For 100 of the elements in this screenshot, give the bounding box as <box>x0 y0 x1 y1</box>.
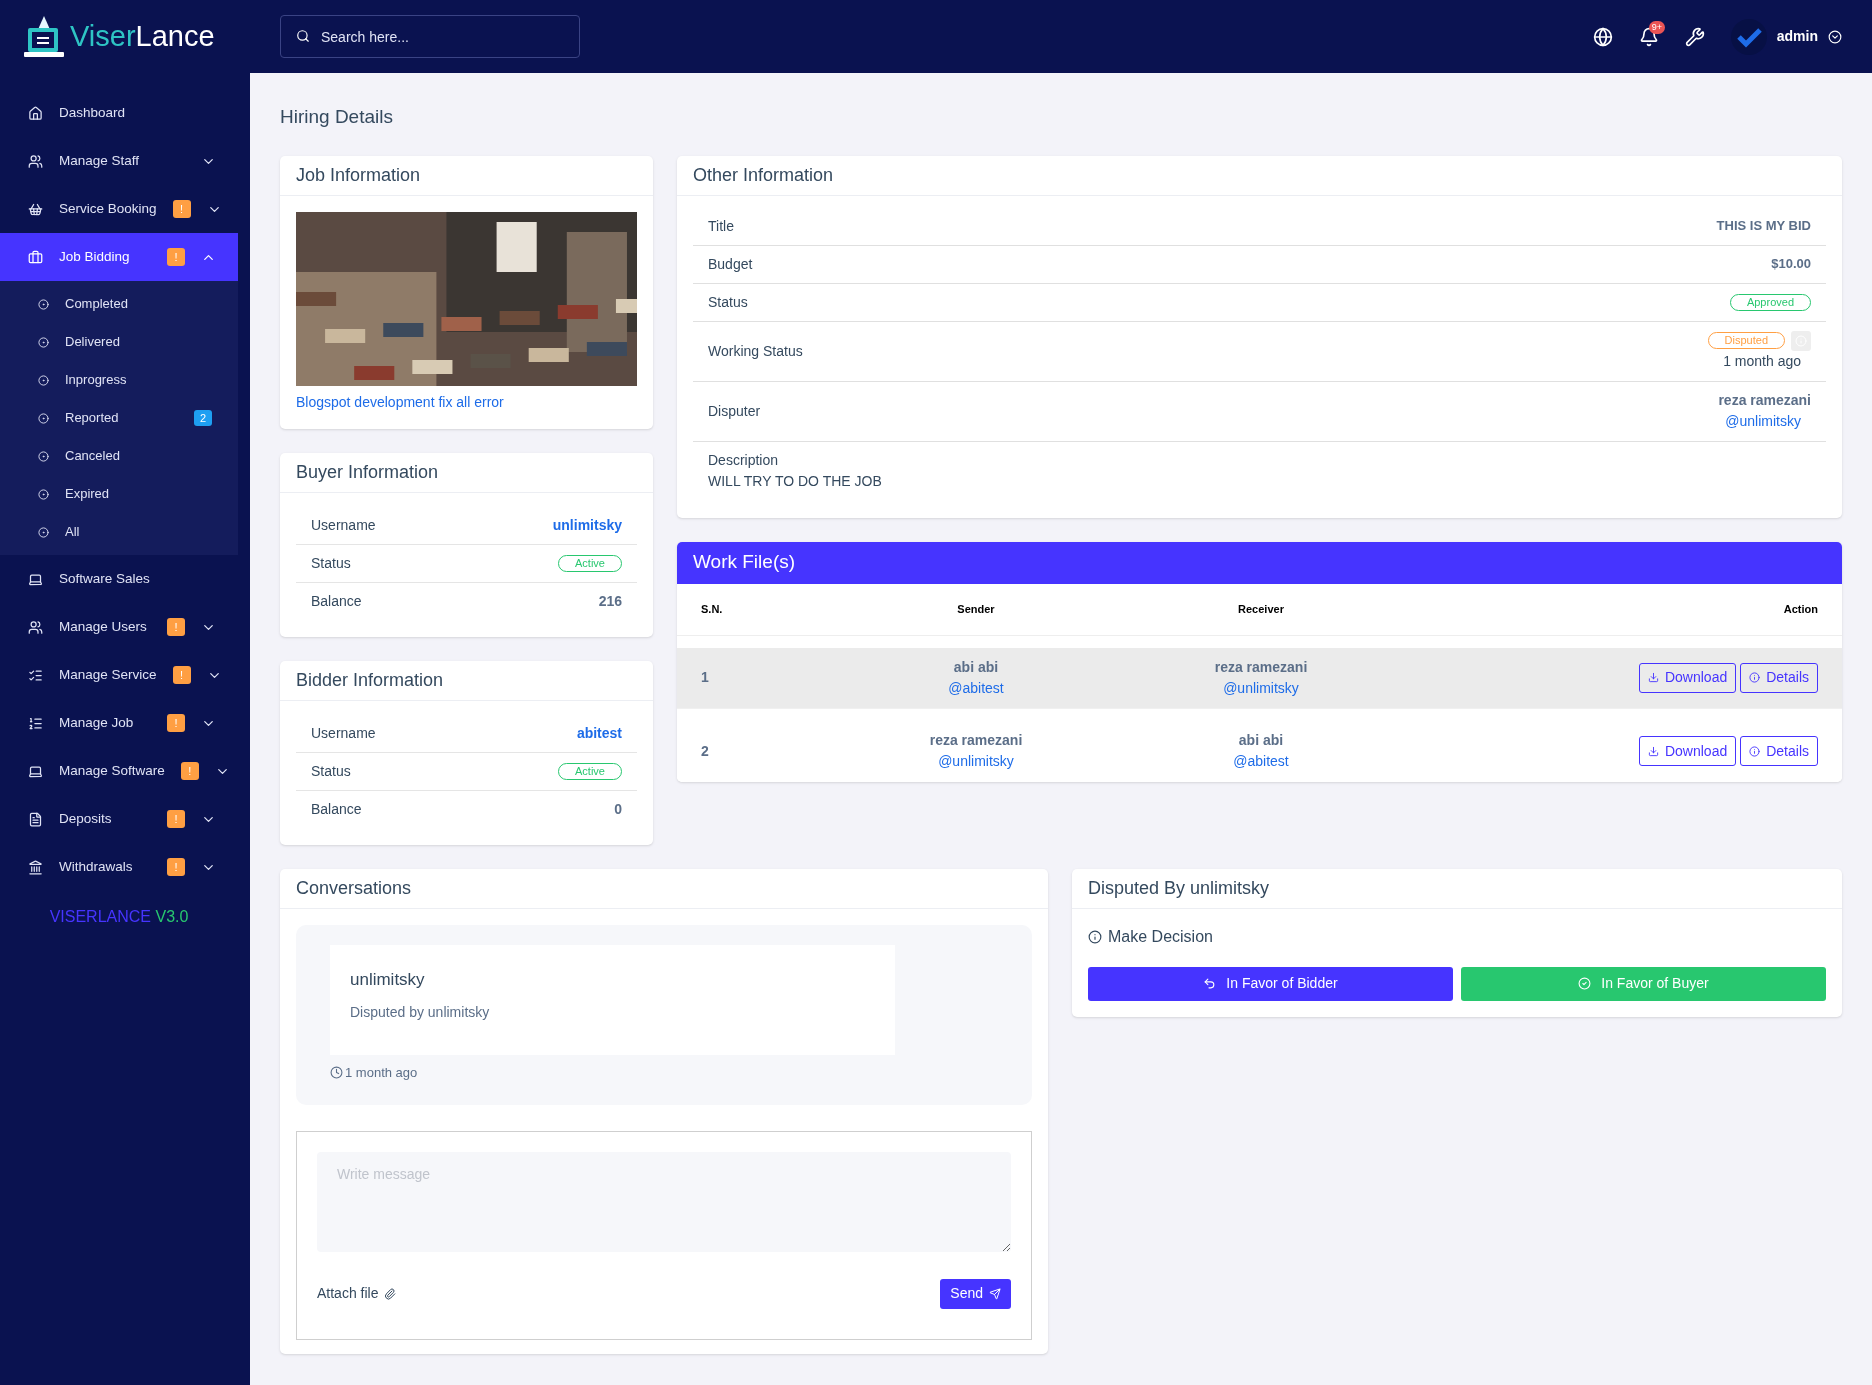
people-icon <box>28 619 43 635</box>
dot-circle-icon <box>38 526 49 538</box>
reply-arrow-icon <box>1203 977 1217 990</box>
alert-badge: ! <box>167 810 185 828</box>
avatar-icon <box>1730 18 1767 55</box>
user-full-name: reza ramezani <box>929 731 1023 750</box>
user-full-name: reza ramezani <box>1718 391 1811 410</box>
submenu-item[interactable]: Delivered <box>0 323 238 361</box>
column-header: Receiver <box>1237 601 1285 617</box>
card-title: Disputed By unlimitsky <box>1072 868 1842 909</box>
table-cell-text: 2 <box>701 741 710 761</box>
alert-badge: ! <box>167 714 185 732</box>
dot-circle-icon <box>38 450 49 462</box>
username-link[interactable]: @unlimitsky <box>1223 677 1299 699</box>
card-title: Work File(s) <box>677 541 1842 584</box>
laptop-icon <box>28 571 43 587</box>
info-icon <box>1749 672 1761 683</box>
sidebar-item[interactable]: Job Bidding ! <box>0 233 238 281</box>
briefcase-icon <box>28 249 43 265</box>
alert-badge: ! <box>172 666 191 684</box>
dot-circle-icon <box>38 336 49 348</box>
sidebar-item[interactable]: Service Booking ! <box>0 185 238 233</box>
bank-icon <box>28 859 43 875</box>
list-icon <box>28 715 43 731</box>
submenu-item[interactable]: Reported 2 <box>0 399 238 437</box>
row-label: Balance <box>311 592 362 611</box>
dot-circle-icon <box>38 488 49 500</box>
wrench-icon[interactable] <box>1684 26 1705 47</box>
alert-badge: ! <box>172 200 191 218</box>
submenu-item[interactable]: All <box>0 513 238 551</box>
sidebar-item[interactable]: Manage Job ! <box>0 699 238 747</box>
username-link[interactable]: @abitest <box>1233 751 1289 772</box>
user-full-name: abi abi <box>1238 731 1284 750</box>
sidebar-item[interactable]: Manage Staff <box>0 137 238 185</box>
column-header: S.N. <box>701 601 724 617</box>
chevron-down-icon[interactable] <box>1828 29 1842 44</box>
message-text: Disputed by unlimitsky <box>350 1003 491 1022</box>
globe-icon[interactable] <box>1592 26 1613 47</box>
download-button[interactable]: Download <box>1638 736 1737 766</box>
sidebar-item[interactable]: Dashboard <box>0 89 238 137</box>
download-icon <box>1647 672 1659 683</box>
row-label: Working Status <box>708 341 803 361</box>
details-button[interactable]: Details <box>1740 662 1818 693</box>
row-label: Status <box>311 761 351 781</box>
submenu-item[interactable]: Inprogress <box>0 361 238 399</box>
row-label: Username <box>311 515 376 535</box>
checklist-icon <box>28 667 43 683</box>
alert-badge: ! <box>167 248 185 266</box>
user-full-name: abi abi <box>953 657 999 677</box>
search-field[interactable]: Search here... <box>280 15 580 58</box>
dot-circle-icon <box>38 374 49 386</box>
count-badge: 2 <box>194 410 212 426</box>
send-button[interactable]: Send <box>940 1278 1011 1309</box>
sidebar-item[interactable]: Deposits ! <box>0 795 238 843</box>
job-link[interactable]: Blogspot development fix all error <box>296 391 637 413</box>
row-label: Status <box>311 553 351 573</box>
row-value: 0 <box>614 800 622 819</box>
row-label: Status <box>708 292 748 312</box>
sidebar-item[interactable]: Manage Software ! <box>0 747 238 795</box>
user-name[interactable]: admin <box>1776 26 1818 47</box>
sidebar-item[interactable]: Manage Service ! <box>0 651 238 699</box>
sidebar-item[interactable]: Withdrawals ! <box>0 843 238 891</box>
row-label: Description <box>708 450 780 470</box>
basket-icon <box>28 201 43 217</box>
username-link[interactable]: @unlimitsky <box>1725 411 1801 432</box>
favor-bidder-button[interactable]: In Favor of Bidder <box>1088 966 1453 1001</box>
alert-badge: ! <box>180 762 199 780</box>
table-cell-text: 1 <box>701 668 710 687</box>
send-icon <box>989 1287 1001 1300</box>
row-label: Disputer <box>708 401 761 421</box>
card-title: Buyer Information <box>280 452 653 493</box>
column-header: Sender <box>956 601 996 617</box>
username-link[interactable]: unlimitsky <box>552 514 622 536</box>
download-button[interactable]: Download <box>1638 662 1737 693</box>
details-button[interactable]: Details <box>1740 736 1818 766</box>
sidebar-item[interactable]: Manage Users ! <box>0 603 238 651</box>
attach-file-button[interactable]: Attach file <box>317 1283 397 1304</box>
row-label: Balance <box>311 800 362 819</box>
home-icon <box>28 105 43 121</box>
card-title: Job Information <box>280 155 653 196</box>
card-title: Other Information <box>677 155 1842 196</box>
dot-circle-icon <box>38 412 49 424</box>
username-link[interactable]: @unlimitsky <box>938 751 1014 772</box>
info-icon <box>1088 929 1102 944</box>
card-title: Conversations <box>280 868 1048 909</box>
page-title: Hiring Details <box>280 105 394 129</box>
sidebar-item[interactable]: Software Sales <box>0 555 238 603</box>
submenu-item[interactable]: Canceled <box>0 437 238 475</box>
user-full-name: reza ramezani <box>1214 657 1308 677</box>
document-icon <box>28 811 43 827</box>
logo-text: ViserLance <box>70 22 215 51</box>
description-text: WILL TRY TO DO THE JOB <box>708 471 883 491</box>
username-link[interactable]: @abitest <box>948 677 1004 699</box>
paperclip-icon <box>384 1287 397 1300</box>
decision-heading: Make Decision <box>1108 926 1213 947</box>
submenu-item[interactable]: Expired <box>0 475 238 513</box>
row-value: $10.00 <box>1771 255 1811 274</box>
username-link[interactable]: abitest <box>576 722 622 744</box>
row-label: Budget <box>708 254 753 274</box>
submenu-item[interactable]: Completed <box>0 285 238 323</box>
